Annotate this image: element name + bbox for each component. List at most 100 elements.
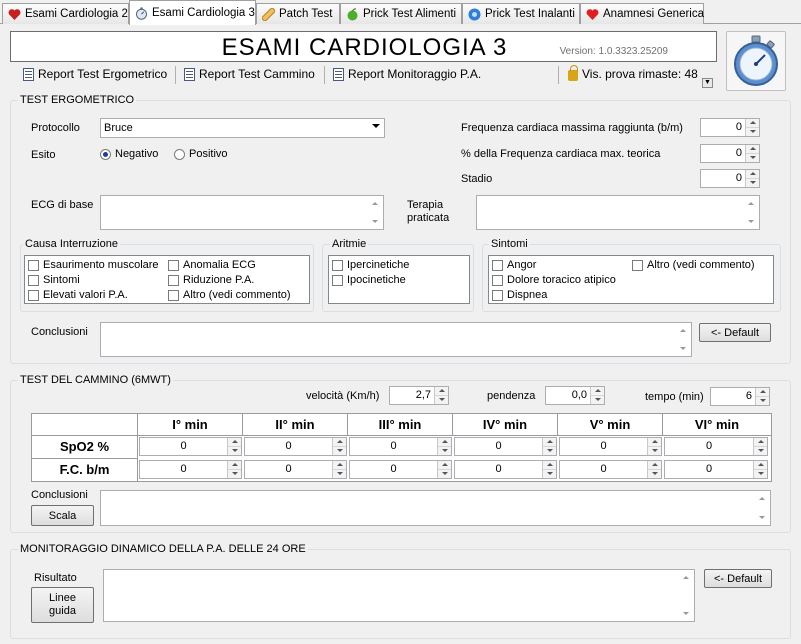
ecg-base-textarea[interactable]: [100, 195, 384, 230]
linee-guida-button[interactable]: Linee guida: [31, 587, 94, 623]
spin-down-icon[interactable]: [435, 396, 448, 404]
aritmie-ipercinetiche-checkbox[interactable]: Ipercinetiche: [332, 259, 409, 271]
spin-up-icon[interactable]: [543, 461, 556, 470]
tab-prick-test-alimenti[interactable]: Prick Test Alimenti: [340, 3, 462, 24]
spin-up-icon[interactable]: [228, 461, 241, 470]
causa-riduzione-pa-checkbox[interactable]: Riduzione P.A.: [168, 274, 254, 286]
spin-down-icon[interactable]: [746, 154, 759, 162]
spin-down-icon[interactable]: [754, 447, 767, 455]
conclusioni-cammino-textarea[interactable]: [100, 490, 771, 526]
spin-down-icon[interactable]: [333, 447, 346, 455]
toolbar-separator: [175, 66, 176, 84]
spo2-min6-spinner[interactable]: 0: [664, 437, 768, 456]
esito-negativo-radio[interactable]: Negativo: [100, 148, 158, 160]
spin-up-icon[interactable]: [438, 438, 451, 447]
causa-altro-checkbox[interactable]: Altro (vedi commento): [168, 289, 291, 301]
spin-down-icon[interactable]: [648, 447, 661, 455]
spin-up-icon[interactable]: [746, 119, 759, 128]
grid-corner: [32, 414, 138, 436]
spo2-min3-spinner[interactable]: 0: [349, 437, 452, 456]
conclusioni-ergometrico-textarea[interactable]: [100, 322, 692, 357]
spin-down-icon[interactable]: [228, 470, 241, 478]
terapia-textarea[interactable]: [476, 195, 760, 230]
tab-esami-cardiologia-2[interactable]: Esami Cardiologia 2: [2, 3, 129, 24]
spin-down-icon[interactable]: [438, 447, 451, 455]
spin-up-icon[interactable]: [435, 387, 448, 396]
patch-icon: [261, 7, 276, 21]
spin-down-icon[interactable]: [756, 397, 769, 405]
sintomi-dolore-checkbox[interactable]: Dolore toracico atipico: [492, 274, 616, 286]
spin-down-icon[interactable]: [591, 396, 604, 404]
spin-up-icon[interactable]: [754, 438, 767, 447]
spin-down-icon[interactable]: [333, 470, 346, 478]
spo2-min2-spinner[interactable]: 0: [244, 437, 347, 456]
spin-down-icon[interactable]: [543, 470, 556, 478]
sintomi-angor-checkbox[interactable]: Angor: [492, 259, 536, 271]
tab-prick-test-inalanti[interactable]: Prick Test Inalanti: [462, 3, 580, 24]
spin-up-icon[interactable]: [648, 461, 661, 470]
stadio-spinner[interactable]: 0: [700, 169, 760, 188]
causa-elevati-pa-checkbox[interactable]: Elevati valori P.A.: [28, 289, 128, 301]
spin-up-icon[interactable]: [754, 461, 767, 470]
fc-min4-spinner[interactable]: 0: [454, 460, 557, 479]
scrollbar[interactable]: [367, 196, 383, 229]
causa-sintomi-checkbox[interactable]: Sintomi: [28, 274, 80, 286]
toolbar-overflow-button[interactable]: ▼: [702, 78, 713, 88]
grid-header: III° min: [348, 414, 453, 436]
spin-up-icon[interactable]: [756, 388, 769, 397]
velocita-spinner[interactable]: 2,7: [389, 386, 449, 405]
report-test-ergometrico-button[interactable]: Report Test Ergometrico: [23, 67, 167, 81]
fc-min1-spinner[interactable]: 0: [139, 460, 242, 479]
fc-min5-spinner[interactable]: 0: [559, 460, 662, 479]
spin-down-icon[interactable]: [543, 447, 556, 455]
default-ergometrico-button[interactable]: <- Default: [699, 323, 771, 342]
default-monitoraggio-button[interactable]: <- Default: [704, 569, 772, 588]
report-monitoraggio-button[interactable]: Report Monitoraggio P.A.: [333, 67, 481, 81]
spin-up-icon[interactable]: [648, 438, 661, 447]
tab-patch-test[interactable]: Patch Test: [256, 3, 340, 24]
spin-down-icon[interactable]: [648, 470, 661, 478]
pendenza-spinner[interactable]: 0,0: [545, 386, 605, 405]
fc-min6-spinner[interactable]: 0: [664, 460, 768, 479]
fc-min2-spinner[interactable]: 0: [244, 460, 347, 479]
esito-positivo-radio[interactable]: Positivo: [174, 148, 228, 160]
spin-up-icon[interactable]: [543, 438, 556, 447]
report-test-cammino-button[interactable]: Report Test Cammino: [184, 67, 315, 81]
spin-up-icon[interactable]: [746, 170, 759, 179]
scrollbar[interactable]: [754, 491, 770, 525]
tab-anamnesi-generica[interactable]: Anamnesi Generica: [580, 3, 704, 24]
spin-up-icon[interactable]: [228, 438, 241, 447]
spin-up-icon[interactable]: [591, 387, 604, 396]
sintomi-dispnea-checkbox[interactable]: Dispnea: [492, 289, 547, 301]
protocollo-combo[interactable]: Bruce: [100, 118, 385, 138]
tab-esami-cardiologia-3[interactable]: Esami Cardiologia 3: [129, 0, 256, 25]
spin-down-icon[interactable]: [746, 128, 759, 136]
perc-freq-spinner[interactable]: 0: [700, 144, 760, 163]
sintomi-altro-checkbox[interactable]: Altro (vedi commento): [632, 259, 755, 271]
scrollbar[interactable]: [675, 323, 691, 356]
aritmie-ipocinetiche-checkbox[interactable]: Ipocinetiche: [332, 274, 406, 286]
spin-down-icon[interactable]: [438, 470, 451, 478]
fc-min3-spinner[interactable]: 0: [349, 460, 452, 479]
causa-esaurimento-checkbox[interactable]: Esaurimento muscolare: [28, 259, 159, 271]
scrollbar[interactable]: [743, 196, 759, 229]
spin-up-icon[interactable]: [333, 438, 346, 447]
spin-up-icon[interactable]: [438, 461, 451, 470]
scrollbar[interactable]: [678, 570, 694, 621]
spo2-min1-spinner[interactable]: 0: [139, 437, 242, 456]
heart-icon: [586, 8, 599, 21]
stadio-label: Stadio: [461, 173, 493, 185]
title-box: ESAMI CARDIOLOGIA 3 Version: 1.0.3323.25…: [10, 31, 717, 62]
spin-down-icon[interactable]: [754, 470, 767, 478]
spin-up-icon[interactable]: [333, 461, 346, 470]
spo2-min4-spinner[interactable]: 0: [454, 437, 557, 456]
spin-down-icon[interactable]: [746, 179, 759, 187]
freq-max-spinner[interactable]: 0: [700, 118, 760, 137]
scala-button[interactable]: Scala: [31, 505, 94, 526]
causa-anomalia-ecg-checkbox[interactable]: Anomalia ECG: [168, 259, 256, 271]
spin-up-icon[interactable]: [746, 145, 759, 154]
spo2-min5-spinner[interactable]: 0: [559, 437, 662, 456]
tempo-spinner[interactable]: 6: [710, 387, 770, 406]
spin-down-icon[interactable]: [228, 447, 241, 455]
risultato-textarea[interactable]: [103, 569, 695, 622]
